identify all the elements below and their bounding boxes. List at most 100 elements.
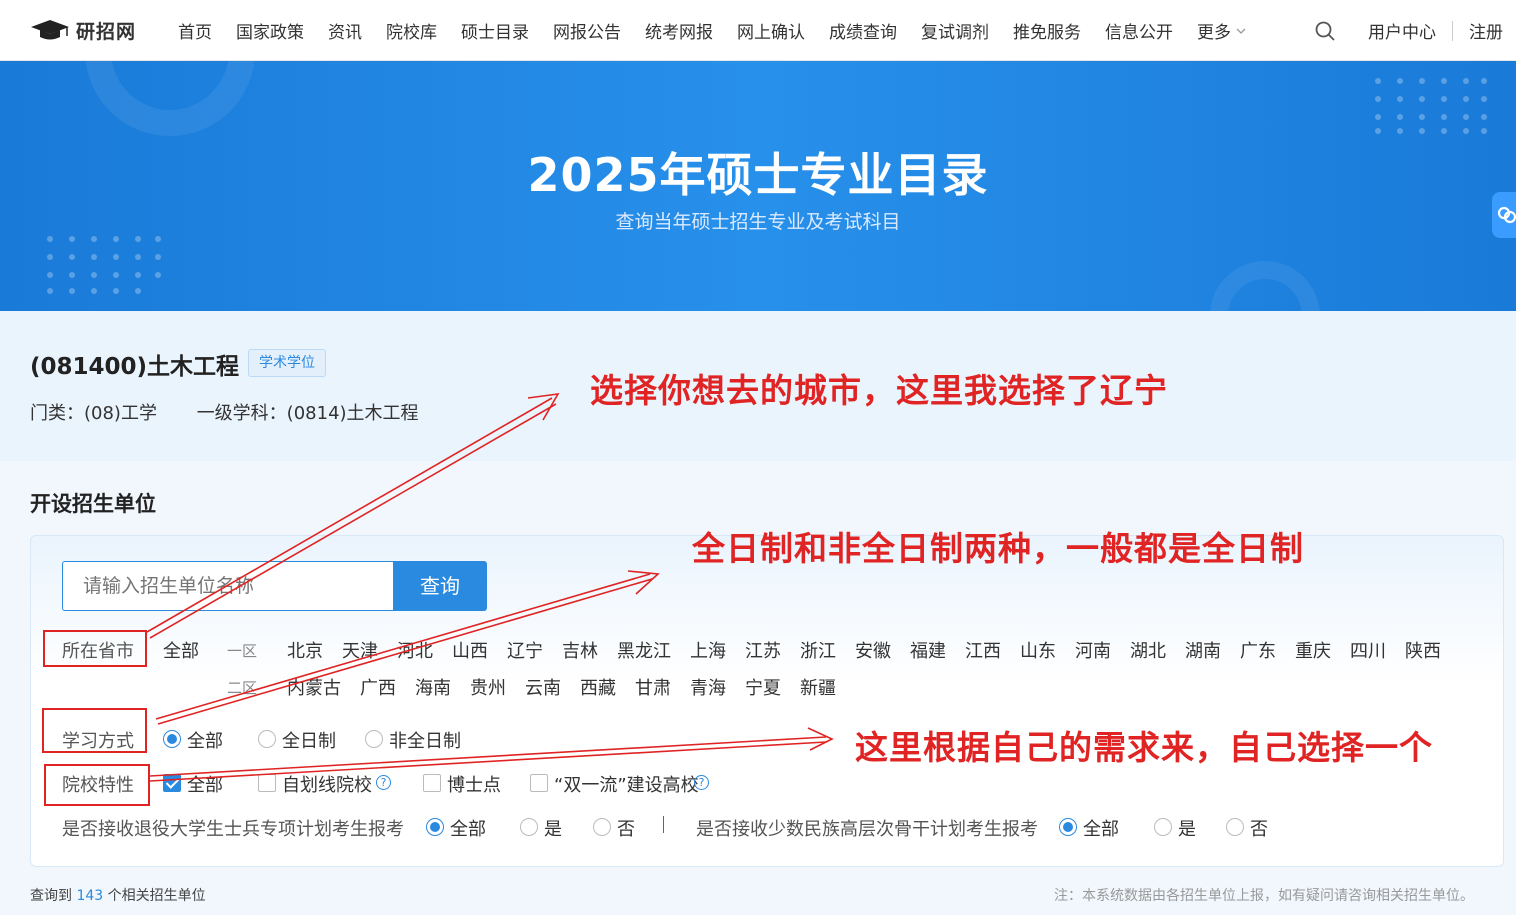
province-option[interactable]: 北京 bbox=[287, 637, 342, 663]
school-type-option-doctoral[interactable]: 博士点 bbox=[447, 771, 501, 797]
province-option[interactable]: 吉林 bbox=[562, 637, 617, 663]
search-button[interactable]: 查询 bbox=[393, 561, 487, 611]
banner-decor-circle bbox=[1210, 261, 1320, 311]
province-option[interactable]: 安徽 bbox=[855, 637, 910, 663]
province-option[interactable]: 黑龙江 bbox=[617, 637, 690, 663]
nav-item-exemption[interactable]: 推免服务 bbox=[1001, 18, 1093, 43]
study-mode-radio-all[interactable] bbox=[163, 730, 181, 748]
float-link-button[interactable] bbox=[1492, 192, 1516, 238]
school-search-input[interactable] bbox=[62, 561, 394, 611]
zone-two-label: 二区 bbox=[227, 679, 258, 697]
province-option-all[interactable]: 全部 bbox=[163, 637, 199, 663]
province-option[interactable]: 浙江 bbox=[800, 637, 855, 663]
school-type-option-all[interactable]: 全部 bbox=[187, 771, 223, 797]
province-option[interactable]: 新疆 bbox=[800, 674, 845, 700]
site-logo[interactable]: 研招网 bbox=[30, 14, 136, 46]
nav-item-news[interactable]: 资讯 bbox=[316, 18, 374, 43]
annotation-box-school-type bbox=[44, 764, 150, 806]
minority-plan-label: 是否接收少数民族高层次骨干计划考生报考 bbox=[696, 819, 1038, 840]
province-option[interactable]: 山东 bbox=[1020, 637, 1075, 663]
nav-item-policy[interactable]: 国家政策 bbox=[224, 18, 316, 43]
link-icon bbox=[1497, 206, 1516, 224]
help-icon[interactable]: ? bbox=[376, 775, 391, 790]
school-type-checkbox-doctoral[interactable] bbox=[423, 774, 441, 792]
province-option[interactable]: 重庆 bbox=[1295, 637, 1350, 663]
study-mode-option-all[interactable]: 全部 bbox=[187, 727, 223, 753]
nav-item-score-query[interactable]: 成绩查询 bbox=[817, 18, 909, 43]
veteran-option-yes[interactable]: 是 bbox=[544, 815, 562, 841]
province-option[interactable]: 河北 bbox=[397, 637, 452, 663]
veteran-radio-yes[interactable] bbox=[520, 818, 538, 836]
data-source-note: 注：本系统数据由各招生单位上报，如有疑问请咨询相关招生单位。 bbox=[1054, 888, 1474, 904]
nav-item-adjustment[interactable]: 复试调剂 bbox=[909, 18, 1001, 43]
banner-decor-circle bbox=[85, 61, 255, 136]
nav-item-schools[interactable]: 院校库 bbox=[374, 18, 449, 43]
major-title: (081400)土木工程 bbox=[30, 354, 240, 380]
nav-more-label: 更多 bbox=[1197, 23, 1231, 43]
result-count: 查询到 143 个相关招生单位 bbox=[30, 885, 206, 905]
province-option[interactable]: 广西 bbox=[360, 674, 415, 700]
minority-option-all[interactable]: 全部 bbox=[1083, 815, 1119, 841]
school-type-checkbox-double-first-class[interactable] bbox=[530, 774, 548, 792]
province-option[interactable]: 江西 bbox=[965, 637, 1020, 663]
school-type-checkbox-self-line[interactable] bbox=[258, 774, 276, 792]
nav-item-home[interactable]: 首页 bbox=[166, 18, 224, 43]
study-mode-radio-parttime[interactable] bbox=[365, 730, 383, 748]
province-option[interactable]: 江苏 bbox=[745, 637, 800, 663]
minority-radio-no[interactable] bbox=[1226, 818, 1244, 836]
province-option[interactable]: 贵州 bbox=[470, 674, 525, 700]
province-option[interactable]: 甘肃 bbox=[635, 674, 690, 700]
province-option[interactable]: 天津 bbox=[342, 637, 397, 663]
province-option[interactable]: 上海 bbox=[690, 637, 745, 663]
province-option[interactable]: 青海 bbox=[690, 674, 745, 700]
search-icon[interactable] bbox=[1314, 20, 1336, 42]
graduation-cap-icon bbox=[31, 20, 69, 40]
annotation-box-province bbox=[43, 630, 147, 667]
register-link[interactable]: 注册 bbox=[1469, 18, 1503, 43]
nav-item-online-confirm[interactable]: 网上确认 bbox=[725, 18, 817, 43]
veteran-option-all[interactable]: 全部 bbox=[450, 815, 486, 841]
veteran-option-no[interactable]: 否 bbox=[617, 815, 635, 841]
annotation-study-mode: 全日制和非全日制两种，一般都是全日制 bbox=[692, 529, 1304, 568]
nav-item-online-registration[interactable]: 统考网报 bbox=[633, 18, 725, 43]
nav-item-disclosure[interactable]: 信息公开 bbox=[1093, 18, 1185, 43]
province-option[interactable]: 宁夏 bbox=[745, 674, 800, 700]
study-mode-option-fulltime[interactable]: 全日制 bbox=[282, 727, 336, 753]
logo-text: 研招网 bbox=[76, 20, 137, 43]
nav-item-registration-notice[interactable]: 网报公告 bbox=[541, 18, 633, 43]
minority-option-no[interactable]: 否 bbox=[1250, 815, 1268, 841]
veteran-radio-no[interactable] bbox=[593, 818, 611, 836]
banner-decor-dots bbox=[1375, 78, 1487, 134]
province-option[interactable]: 云南 bbox=[525, 674, 580, 700]
help-icon[interactable]: ? bbox=[694, 775, 709, 790]
nav-item-more[interactable]: 更多 bbox=[1185, 18, 1259, 43]
province-option[interactable]: 西藏 bbox=[580, 674, 635, 700]
user-center-link[interactable]: 用户中心 bbox=[1368, 18, 1436, 43]
veteran-plan-label: 是否接收退役大学生士兵专项计划考生报考 bbox=[62, 819, 404, 840]
result-suffix: 个相关招生单位 bbox=[107, 888, 206, 904]
minority-option-yes[interactable]: 是 bbox=[1178, 815, 1196, 841]
province-option[interactable]: 福建 bbox=[910, 637, 965, 663]
province-option-liaoning[interactable]: 辽宁 bbox=[507, 637, 562, 663]
study-mode-radio-fulltime[interactable] bbox=[258, 730, 276, 748]
minority-radio-all[interactable] bbox=[1059, 818, 1077, 836]
minority-radio-yes[interactable] bbox=[1154, 818, 1172, 836]
province-option[interactable]: 四川 bbox=[1350, 637, 1405, 663]
study-mode-option-parttime[interactable]: 非全日制 bbox=[389, 727, 461, 753]
province-option[interactable]: 湖北 bbox=[1130, 637, 1185, 663]
province-option[interactable]: 山西 bbox=[452, 637, 507, 663]
nav-item-master-catalog[interactable]: 硕士目录 bbox=[449, 18, 541, 43]
province-option[interactable]: 湖南 bbox=[1185, 637, 1240, 663]
major-category: 门类：(08)工学 bbox=[30, 403, 157, 424]
province-option[interactable]: 陕西 bbox=[1405, 637, 1450, 663]
province-option[interactable]: 内蒙古 bbox=[287, 674, 360, 700]
province-option[interactable]: 河南 bbox=[1075, 637, 1130, 663]
school-type-option-self-line[interactable]: 自划线院校 bbox=[282, 771, 372, 797]
school-type-option-double-first-class[interactable]: “双一流”建设高校 bbox=[554, 771, 699, 797]
province-option[interactable]: 广东 bbox=[1240, 637, 1295, 663]
province-list-zone2: 内蒙古 广西 海南 贵州 云南 西藏 甘肃 青海 宁夏 新疆 bbox=[287, 674, 845, 700]
veteran-radio-all[interactable] bbox=[426, 818, 444, 836]
school-type-checkbox-all[interactable] bbox=[163, 774, 181, 792]
major-discipline: 一级学科：(0814)土木工程 bbox=[196, 403, 419, 424]
province-option[interactable]: 海南 bbox=[415, 674, 470, 700]
